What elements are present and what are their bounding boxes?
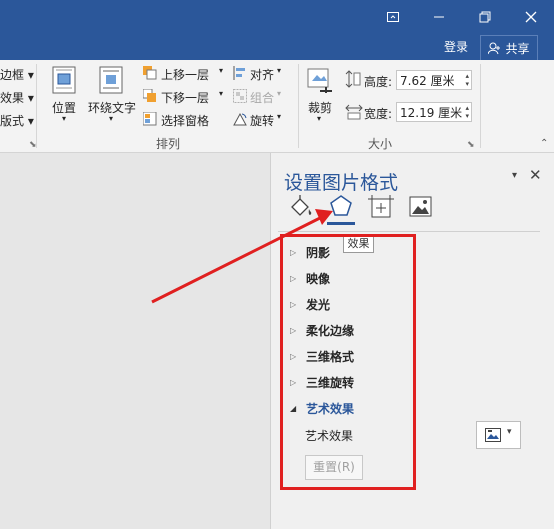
ribbon-separator [298, 64, 299, 148]
wrap-text-button[interactable]: 环绕文字 ▾ [86, 64, 138, 126]
crop-button[interactable]: 裁剪 ▾ [303, 64, 339, 126]
share-label: 共享 [505, 41, 530, 56]
close-window-button[interactable] [508, 0, 554, 33]
dialog-launcher-icon[interactable]: ⬊ [29, 140, 37, 150]
chevron-down-icon: ▾ [507, 427, 512, 437]
chevron-down-icon: ▾ [219, 66, 224, 75]
login-link[interactable]: 登录 [444, 38, 468, 55]
height-icon [345, 70, 361, 88]
bring-forward-icon [143, 66, 157, 80]
fill-line-icon[interactable] [288, 193, 314, 221]
share-button[interactable]: 共享 [480, 35, 538, 61]
effects-icon[interactable] [328, 193, 354, 221]
pane-close-icon[interactable]: ✕ [529, 166, 542, 184]
layout-properties-icon[interactable] [368, 193, 394, 221]
width-icon [345, 104, 363, 120]
rotate-button[interactable]: 旋转 ▾ [233, 112, 291, 128]
width-value: 12.19 厘米 [400, 106, 463, 120]
ribbon-separator [480, 64, 481, 148]
ribbon-display-icon [387, 11, 399, 22]
effects-label: 效果 [0, 91, 25, 105]
minimize-icon [434, 16, 444, 17]
width-input[interactable]: 12.19 厘米 ▴ ▾ [396, 102, 472, 122]
ribbon-display-options-button[interactable] [370, 0, 416, 33]
active-tab-indicator [327, 222, 355, 225]
send-backward-button[interactable]: 下移一层 ▾ [143, 89, 227, 105]
ribbon-tab-bar [0, 33, 554, 60]
crop-icon [307, 68, 332, 93]
collapse-ribbon-icon[interactable]: ⌃ [540, 138, 548, 149]
arrange-group-label: 排列 [156, 137, 181, 151]
selection-pane-label: 选择窗格 [161, 114, 210, 128]
bring-forward-button[interactable]: 上移一层 ▾ [143, 66, 227, 82]
send-backward-label: 下移一层 [161, 91, 210, 105]
pane-divider [278, 231, 540, 232]
rotate-label: 旋转 [250, 114, 275, 128]
selection-pane-icon [143, 112, 157, 126]
size-group-label: 大小 [368, 137, 393, 151]
pane-title: 设置图片格式 [284, 172, 399, 194]
group-button[interactable]: 组合 ▾ [233, 89, 291, 105]
bring-forward-label: 上移一层 [161, 68, 210, 82]
artistic-effects-dropdown[interactable]: ▾ [476, 421, 521, 449]
align-button[interactable]: 对齐 ▾ [233, 66, 291, 82]
height-label: 高度: [364, 75, 393, 89]
position-button[interactable]: 位置 ▾ [46, 64, 84, 126]
border-dropdown[interactable]: 边框 ▾ [0, 66, 34, 83]
chevron-down-icon: ▾ [277, 66, 282, 75]
border-label: 边框 [0, 68, 25, 82]
wrap-text-icon [99, 66, 123, 94]
ribbon-separator [36, 64, 37, 148]
spinner-icon[interactable]: ▴ ▾ [465, 72, 469, 88]
group-label: 组合 [250, 91, 275, 105]
person-icon [488, 42, 501, 54]
restore-button[interactable] [462, 0, 508, 33]
rotate-icon [233, 112, 247, 126]
minimize-button[interactable] [416, 0, 462, 33]
height-value: 7.62 厘米 [400, 74, 455, 88]
highlight-box [280, 234, 416, 490]
document-area[interactable] [0, 153, 270, 529]
width-label: 宽度: [364, 107, 393, 121]
picture-icon[interactable] [407, 193, 433, 221]
chevron-down-icon: ▾ [317, 114, 322, 123]
spinner-icon[interactable]: ▴ ▾ [465, 104, 469, 120]
chevron-down-icon: ▾ [277, 112, 282, 121]
position-icon [52, 66, 76, 94]
selection-pane-button[interactable]: 选择窗格 [143, 112, 227, 128]
pane-options-icon[interactable]: ▾ [512, 170, 517, 181]
align-icon [233, 66, 245, 80]
chevron-down-icon: ▾ [62, 114, 67, 123]
restore-icon [479, 11, 491, 22]
layout-dropdown[interactable]: 版式 ▾ [0, 112, 34, 129]
close-icon [525, 11, 537, 22]
align-label: 对齐 [250, 68, 275, 82]
layout-label: 版式 [0, 114, 25, 128]
chevron-down-icon: ▾ [277, 89, 282, 98]
artistic-effect-preview-icon [485, 428, 501, 442]
chevron-down-icon: ▾ [219, 89, 224, 98]
group-icon [233, 89, 247, 103]
send-backward-icon [143, 89, 156, 102]
height-input[interactable]: 7.62 厘米 ▴ ▾ [396, 70, 472, 90]
chevron-down-icon: ▾ [109, 114, 114, 123]
dialog-launcher-icon[interactable]: ⬊ [467, 140, 475, 150]
effects-dropdown[interactable]: 效果 ▾ [0, 89, 34, 106]
